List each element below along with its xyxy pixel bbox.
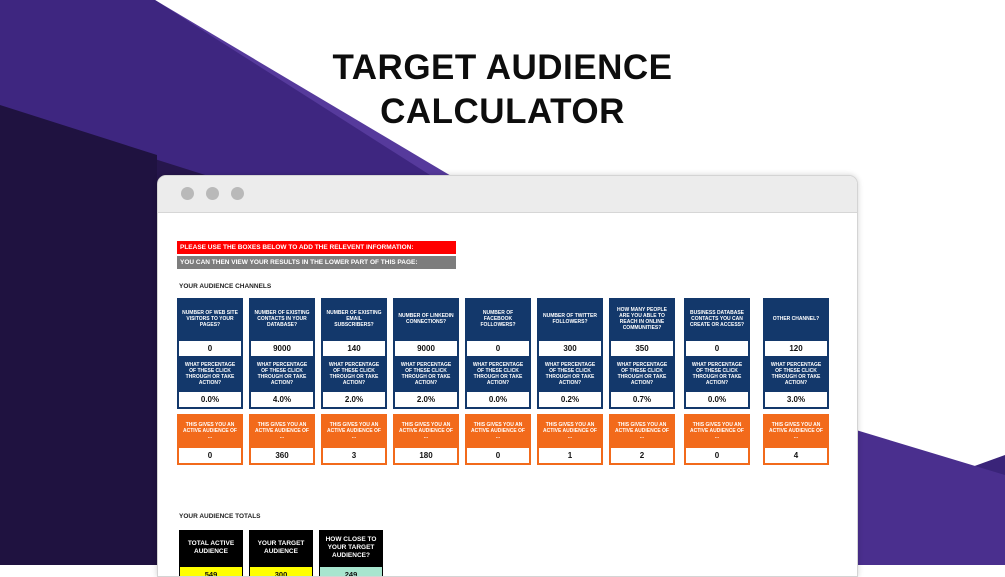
channel-percentage-question: WHAT PERCENTAGE OF THESE CLICK THROUGH O…: [393, 357, 459, 391]
channel-result-label: THIS GIVES YOU AN ACTIVE AUDIENCE OF ...: [321, 414, 387, 447]
total-value: 249: [319, 566, 383, 576]
channel-question: HOW MANY PEOPLE ARE YOU ABLE TO REACH IN…: [609, 298, 675, 340]
channel-result-label: THIS GIVES YOU AN ACTIVE AUDIENCE OF ...: [537, 414, 603, 447]
channel-result-value: 3: [321, 446, 387, 465]
hero-title: TARGET AUDIENCE CALCULATOR: [0, 46, 1005, 134]
channel-value-input[interactable]: 0: [465, 339, 531, 358]
channel-question: NUMBER OF WEB SITE VISITORS TO YOUR PAGE…: [177, 298, 243, 340]
channel-percentage-input[interactable]: 0.0%: [684, 390, 750, 409]
calculator-sheet: PLEASE USE THE BOXES BELOW TO ADD THE RE…: [158, 213, 857, 576]
channel-value-input[interactable]: 350: [609, 339, 675, 358]
hero-title-line1: TARGET AUDIENCE: [332, 48, 673, 87]
channel-percentage-question: WHAT PERCENTAGE OF THESE CLICK THROUGH O…: [684, 357, 750, 391]
channel-question: NUMBER OF TWITTER FOLLOWERS?: [537, 298, 603, 340]
channel-value-input[interactable]: 0: [177, 339, 243, 358]
channel-result-label: THIS GIVES YOU AN ACTIVE AUDIENCE OF ...: [763, 414, 829, 447]
channel-question: NUMBER OF EXISTING CONTACTS IN YOUR DATA…: [249, 298, 315, 340]
hero-title-line2: CALCULATOR: [380, 92, 625, 131]
channels-heading: YOUR AUDIENCE CHANNELS: [179, 283, 272, 290]
channel-column: HOW MANY PEOPLE ARE YOU ABLE TO REACH IN…: [609, 298, 675, 465]
channel-value-input[interactable]: 9000: [249, 339, 315, 358]
channel-column: OTHER CHANNEL? 120 WHAT PERCENTAGE OF THES…: [763, 298, 829, 465]
instruction-banner-secondary: YOU CAN THEN VIEW YOUR RESULTS IN THE LO…: [177, 256, 456, 269]
channel-column: NUMBER OF TWITTER FOLLOWERS? 300 WHAT PERC…: [537, 298, 603, 465]
channel-percentage-input[interactable]: 0.0%: [177, 390, 243, 409]
channel-value-input[interactable]: 120: [763, 339, 829, 358]
channel-question: NUMBER OF EXISTING EMAIL SUBSCRIBERS?: [321, 298, 387, 340]
total-label: YOUR TARGET AUDIENCE: [249, 530, 313, 566]
totals-heading: YOUR AUDIENCE TOTALS: [179, 513, 261, 520]
channel-column: NUMBER OF WEB SITE VISITORS TO YOUR PAGE…: [177, 298, 243, 465]
channel-result-value: 180: [393, 446, 459, 465]
channel-percentage-input[interactable]: 0.2%: [537, 390, 603, 409]
window-titlebar: [158, 176, 857, 213]
channel-result-value: 0: [465, 446, 531, 465]
total-value: 300: [249, 566, 313, 576]
purple-corner-right-light: [856, 430, 1005, 565]
total-card: YOUR TARGET AUDIENCE 300: [249, 530, 313, 576]
browser-window: PLEASE USE THE BOXES BELOW TO ADD THE RE…: [157, 175, 858, 577]
channel-percentage-input[interactable]: 2.0%: [321, 390, 387, 409]
total-card: TOTAL ACTIVE AUDIENCE 549: [179, 530, 243, 576]
channel-result-value: 0: [684, 446, 750, 465]
channel-result-value: 4: [763, 446, 829, 465]
channel-percentage-input[interactable]: 0.7%: [609, 390, 675, 409]
channel-percentage-question: WHAT PERCENTAGE OF THESE CLICK THROUGH O…: [537, 357, 603, 391]
channel-result-label: THIS GIVES YOU AN ACTIVE AUDIENCE OF ...: [609, 414, 675, 447]
total-value: 549: [179, 566, 243, 576]
channel-result-label: THIS GIVES YOU AN ACTIVE AUDIENCE OF ...: [684, 414, 750, 447]
instruction-banner-primary: PLEASE USE THE BOXES BELOW TO ADD THE RE…: [177, 241, 456, 254]
channel-question: NUMBER OF LINKEDIN CONNECTIONS?: [393, 298, 459, 340]
channel-percentage-question: WHAT PERCENTAGE OF THESE CLICK THROUGH O…: [465, 357, 531, 391]
minimize-dot-icon[interactable]: [206, 187, 219, 200]
channel-question: OTHER CHANNEL?: [763, 298, 829, 340]
channel-value-input[interactable]: 0: [684, 339, 750, 358]
channel-value-input[interactable]: 300: [537, 339, 603, 358]
channel-result-label: THIS GIVES YOU AN ACTIVE AUDIENCE OF ...: [393, 414, 459, 447]
channel-column: BUSINESS DATABASE CONTACTS YOU CAN CREAT…: [684, 298, 750, 465]
purple-left-dark: [0, 105, 157, 565]
channel-question: NUMBER OF FACEBOOK FOLLOWERS?: [465, 298, 531, 340]
channel-result-value: 1: [537, 446, 603, 465]
channel-column: NUMBER OF EXISTING CONTACTS IN YOUR DATA…: [249, 298, 315, 465]
close-dot-icon[interactable]: [181, 187, 194, 200]
channel-result-value: 360: [249, 446, 315, 465]
channel-result-value: 0: [177, 446, 243, 465]
channel-percentage-input[interactable]: 3.0%: [763, 390, 829, 409]
channel-value-input[interactable]: 140: [321, 339, 387, 358]
channel-percentage-input[interactable]: 0.0%: [465, 390, 531, 409]
channel-column: NUMBER OF LINKEDIN CONNECTIONS? 9000 WHAT …: [393, 298, 459, 465]
channel-percentage-question: WHAT PERCENTAGE OF THESE CLICK THROUGH O…: [177, 357, 243, 391]
channel-value-input[interactable]: 9000: [393, 339, 459, 358]
channel-result-label: THIS GIVES YOU AN ACTIVE AUDIENCE OF ...: [177, 414, 243, 447]
total-label: HOW CLOSE TO YOUR TARGET AUDIENCE?: [319, 530, 383, 566]
channel-result-label: THIS GIVES YOU AN ACTIVE AUDIENCE OF ...: [249, 414, 315, 447]
channel-percentage-question: WHAT PERCENTAGE OF THESE CLICK THROUGH O…: [609, 357, 675, 391]
channel-column: NUMBER OF FACEBOOK FOLLOWERS? 0 WHAT PERCE…: [465, 298, 531, 465]
channel-percentage-question: WHAT PERCENTAGE OF THESE CLICK THROUGH O…: [249, 357, 315, 391]
channel-question: BUSINESS DATABASE CONTACTS YOU CAN CREAT…: [684, 298, 750, 340]
channel-result-label: THIS GIVES YOU AN ACTIVE AUDIENCE OF ...: [465, 414, 531, 447]
total-card: HOW CLOSE TO YOUR TARGET AUDIENCE? 249: [319, 530, 383, 576]
channel-percentage-question: WHAT PERCENTAGE OF THESE CLICK THROUGH O…: [321, 357, 387, 391]
channel-percentage-input[interactable]: 4.0%: [249, 390, 315, 409]
channel-column: NUMBER OF EXISTING EMAIL SUBSCRIBERS? 140…: [321, 298, 387, 465]
channel-percentage-question: WHAT PERCENTAGE OF THESE CLICK THROUGH O…: [763, 357, 829, 391]
channel-result-value: 2: [609, 446, 675, 465]
total-label: TOTAL ACTIVE AUDIENCE: [179, 530, 243, 566]
channel-percentage-input[interactable]: 2.0%: [393, 390, 459, 409]
maximize-dot-icon[interactable]: [231, 187, 244, 200]
